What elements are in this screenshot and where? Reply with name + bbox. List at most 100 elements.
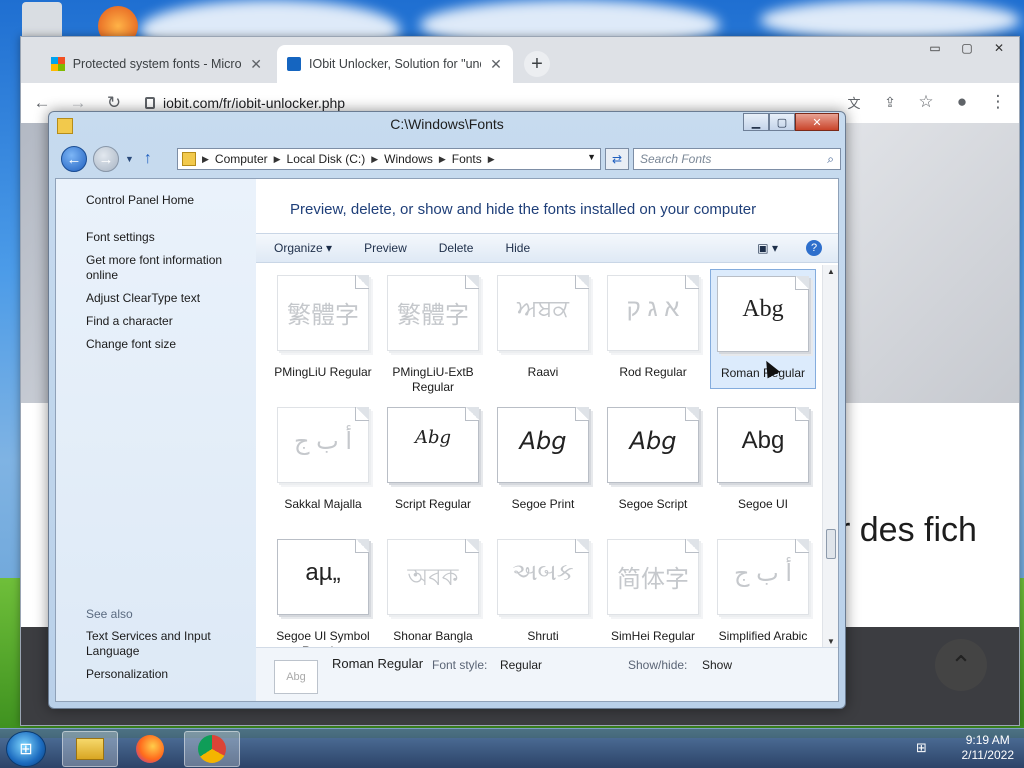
tab-close-icon[interactable]: ✕ <box>489 56 503 73</box>
tab-iobit-unlocker[interactable]: IObit Unlocker, Solution for "und ✕ <box>277 45 513 83</box>
scroll-up-icon[interactable]: ▲ <box>823 265 839 279</box>
font-name-label: Shonar Bangla <box>393 629 473 643</box>
font-sample-glyph: aµ„ <box>305 559 341 586</box>
font-tile[interactable]: 简体字 SimHei Regular <box>600 533 706 649</box>
bookmark-star-icon[interactable]: ☆ <box>915 91 937 113</box>
breadcrumb-separator: ▶ <box>487 153 495 164</box>
font-file-icon: Abg <box>717 276 809 352</box>
explorer-address-bar[interactable]: ▶ Computer ▶ Local Disk (C:) ▶ Windows ▶… <box>177 148 601 170</box>
fonts-explorer-window: C:\Windows\Fonts ▁ ▢ ✕ ← → ▼ ↑ ▶ Compute… <box>48 111 846 709</box>
up-arrow-icon[interactable]: ↑ <box>144 150 152 168</box>
start-button[interactable]: ⊞ <box>6 731 46 767</box>
back-arrow-icon[interactable]: ← <box>61 146 87 172</box>
font-name-label: Shruti <box>527 629 559 643</box>
close-icon[interactable]: ✕ <box>795 113 839 131</box>
left-task-pane: Control Panel Home Font settings Get mor… <box>56 179 256 701</box>
find-character-link[interactable]: Find a character <box>86 314 256 329</box>
font-page-fold <box>465 539 479 553</box>
font-page-fold <box>685 407 699 421</box>
font-sample-glyph: ਅਬਕ <box>517 295 569 322</box>
font-file-icon: Abg <box>717 407 809 483</box>
font-tile[interactable]: Abg Script Regular <box>380 401 486 521</box>
breadcrumb-separator: ▶ <box>438 153 446 164</box>
font-tile[interactable]: 繁體字 PMingLiU-ExtB Regular <box>380 269 486 394</box>
font-file-icon: Abg <box>387 407 479 483</box>
font-tile[interactable]: Abg Segoe UI <box>710 401 816 521</box>
minimize-icon[interactable]: ▭ <box>921 39 949 57</box>
share-icon[interactable]: ⇪ <box>879 91 901 113</box>
page-heading-fragment: r des fich <box>839 511 977 549</box>
back-arrow-icon[interactable]: ← <box>31 92 53 114</box>
delete-button[interactable]: Delete <box>439 241 474 255</box>
preview-button[interactable]: Preview <box>364 241 407 255</box>
font-name-label: Segoe UI <box>737 497 789 511</box>
font-file-icon: Abg <box>607 407 699 483</box>
new-tab-button[interactable]: + <box>524 51 550 77</box>
organize-button[interactable]: Organize ▾ <box>274 241 332 255</box>
font-tile[interactable]: અબક Shruti <box>490 533 596 649</box>
translate-icon[interactable]: 文 <box>843 91 865 113</box>
chrome-taskbar-button[interactable] <box>184 731 240 767</box>
text-services-link[interactable]: Text Services and Input Language <box>86 629 246 659</box>
forward-arrow-icon[interactable]: → <box>93 146 119 172</box>
network-icon[interactable]: ⊞ <box>916 740 932 756</box>
scroll-to-top-icon[interactable]: ⌃ <box>935 639 987 691</box>
tab-close-icon[interactable]: ✕ <box>249 56 263 73</box>
address-dropdown-icon[interactable]: ▼ <box>587 152 596 162</box>
system-clock[interactable]: 9:19 AM 2/11/2022 <box>962 733 1015 763</box>
page-title: Preview, delete, or show and hide the fo… <box>290 201 757 218</box>
cleartype-link[interactable]: Adjust ClearType text <box>86 291 256 306</box>
scrollbar-thumb[interactable] <box>826 529 836 559</box>
chrome-window-controls: ▭ ▢ ✕ <box>921 39 1013 57</box>
font-tile[interactable]: أ ب ج Simplified Arabic <box>710 533 816 649</box>
font-tile[interactable]: ਅਬਕ Raavi <box>490 269 596 389</box>
font-tile[interactable]: 繁體字 PMingLiU Regular <box>270 269 376 389</box>
control-panel-home-link[interactable]: Control Panel Home <box>86 193 256 208</box>
selected-font-name: Roman Regular <box>332 656 424 671</box>
font-sample-glyph: Abg <box>629 427 677 455</box>
hide-button[interactable]: Hide <box>505 241 530 255</box>
font-page-fold <box>575 539 589 553</box>
maximize-icon[interactable]: ▢ <box>953 39 981 57</box>
breadcrumb-local-disk[interactable]: Local Disk (C:) <box>287 152 366 166</box>
change-font-size-link[interactable]: Change font size <box>86 337 256 352</box>
personalization-link[interactable]: Personalization <box>86 667 246 682</box>
search-icon[interactable]: ⌕ <box>827 152 834 167</box>
change-view-icon[interactable]: ▣ ▾ <box>757 241 778 255</box>
command-bar: Organize ▾ Preview Delete Hide ▣ ▾ ? <box>256 233 838 263</box>
font-tile[interactable]: অবক Shonar Bangla <box>380 533 486 649</box>
font-tile[interactable]: aµ„ Segoe UI Symbol Regular <box>270 533 376 649</box>
explorer-taskbar-button[interactable] <box>62 731 118 767</box>
firefox-taskbar-button[interactable] <box>122 731 178 767</box>
font-file-icon: 简体字 <box>607 539 699 615</box>
font-page-fold <box>355 407 369 421</box>
font-page-fold <box>575 407 589 421</box>
font-tile[interactable]: א ג ק Rod Regular <box>600 269 706 389</box>
menu-kebab-icon[interactable]: ⋮ <box>987 91 1009 113</box>
microsoft-favicon-icon <box>51 57 65 71</box>
breadcrumb-fonts[interactable]: Fonts <box>452 152 482 166</box>
font-settings-link[interactable]: Font settings <box>86 230 256 245</box>
vertical-scrollbar[interactable]: ▲ ▼ <box>822 265 838 649</box>
font-grid: 繁體字 PMingLiU Regular 繁體字 PMingLiU-ExtB Regu… <box>256 265 822 649</box>
tab-protected-system-fonts[interactable]: Protected system fonts - Microso ✕ <box>41 45 273 83</box>
url-text: iobit.com/fr/iobit-unlocker.php <box>163 95 346 111</box>
help-icon[interactable]: ? <box>806 240 822 256</box>
profile-avatar-icon[interactable]: ● <box>951 91 973 113</box>
font-tile[interactable]: Abg Segoe Print <box>490 401 596 521</box>
breadcrumb-computer[interactable]: Computer <box>215 152 268 166</box>
recent-pages-chevron-icon[interactable]: ▼ <box>125 154 134 164</box>
lock-icon <box>145 97 155 109</box>
font-tile[interactable]: أ ب ج Sakkal Majalla <box>270 401 376 521</box>
minimize-icon[interactable]: ▁ <box>743 113 769 131</box>
close-icon[interactable]: ✕ <box>985 39 1013 57</box>
search-fonts-input[interactable]: Search Fonts ⌕ <box>633 148 841 170</box>
font-information-link[interactable]: Get more font information online <box>86 253 256 283</box>
font-tile[interactable]: Abg Segoe Script <box>600 401 706 521</box>
explorer-icon <box>76 738 104 760</box>
breadcrumb-windows[interactable]: Windows <box>384 152 433 166</box>
font-sample-glyph: અબક <box>512 559 574 586</box>
maximize-icon[interactable]: ▢ <box>769 113 795 131</box>
sky-cloud <box>760 0 1020 40</box>
refresh-icon[interactable]: ⇄ <box>605 148 629 170</box>
